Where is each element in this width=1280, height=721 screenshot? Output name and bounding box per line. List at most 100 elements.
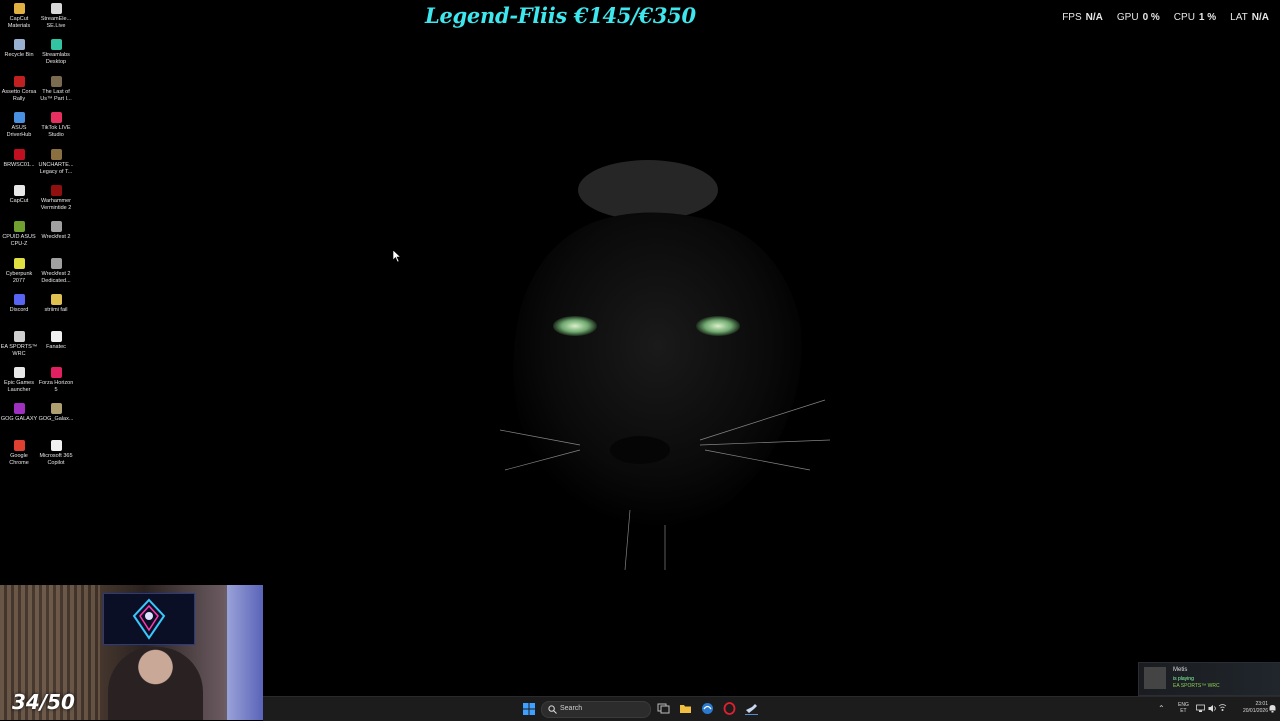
friend-notification[interactable]: Metis is playing EA SPORTS™ WRC bbox=[1138, 662, 1280, 696]
streamlabs-icon bbox=[50, 39, 62, 51]
panther-wallpaper bbox=[499, 160, 831, 571]
desktop-icon-last-of-us[interactable]: The Last of Us™ Part I... bbox=[37, 75, 75, 103]
volume-icon[interactable] bbox=[1208, 704, 1217, 713]
desktop-icon-cyberpunk[interactable]: Cyberpunk 2077 bbox=[0, 257, 38, 285]
clock[interactable]: 23:01 20/01/2026 bbox=[1228, 701, 1268, 715]
fps-stat: FPS N/A bbox=[1062, 12, 1103, 23]
gog-galaxy-2-icon bbox=[50, 403, 62, 415]
show-hidden-icons-chevron-icon[interactable]: ⌃ bbox=[1158, 704, 1165, 713]
neon-logo-sign bbox=[103, 593, 195, 645]
network-icon[interactable] bbox=[1196, 704, 1205, 713]
opera-icon bbox=[13, 148, 25, 160]
desktop-icon-forza[interactable]: Forza Horizon 5 bbox=[37, 367, 75, 394]
recycle-bin-icon bbox=[13, 39, 25, 51]
epic-games-icon bbox=[13, 367, 25, 378]
taskbar: Search ⌃ ENG ET 23:01 20/01/2026 bbox=[263, 696, 1280, 721]
desktop-icon-label: Wreckfest 2 bbox=[41, 234, 71, 241]
windows-start-icon[interactable] bbox=[523, 703, 535, 715]
desktop-icon-fanatec[interactable]: Fanatec bbox=[37, 330, 75, 351]
avatar bbox=[1144, 667, 1166, 689]
desktop-icon-epic-games[interactable]: Epic Games Launcher bbox=[0, 367, 38, 394]
desktop-icon-gog-galaxy[interactable]: GOG GALAXY bbox=[0, 403, 38, 423]
desktop-icon-uncharted[interactable]: UNCHARTE... Legacy of T... bbox=[37, 148, 75, 176]
streamelements-icon bbox=[50, 3, 62, 14]
desktop-icon-streamelements[interactable]: StreamEle... SE.Live bbox=[37, 3, 75, 30]
forza-icon bbox=[50, 367, 62, 378]
fanatec-icon bbox=[50, 330, 62, 342]
clock-time: 23:01 bbox=[1255, 701, 1268, 707]
mouse-cursor-icon bbox=[393, 250, 401, 262]
desktop-icon-discord[interactable]: Discord bbox=[0, 294, 38, 314]
wreckfest-server-icon bbox=[50, 257, 62, 269]
desktop-icon-cpuz[interactable]: CPUID ASUS CPU-Z bbox=[0, 221, 38, 248]
folder-icon bbox=[13, 3, 25, 14]
cpu-stat: CPU 1 % bbox=[1173, 12, 1217, 23]
desktop-icon-label: GOG_Galax... bbox=[38, 416, 74, 423]
language-indicator[interactable]: ENG ET bbox=[1178, 702, 1189, 714]
friend-name: Metis bbox=[1173, 667, 1188, 673]
desktop-icon-label: CPUID ASUS CPU-Z bbox=[2, 234, 36, 248]
desktop-icon-assetto-corsa[interactable]: Assetto Corsa Rally bbox=[0, 75, 38, 103]
desktop-icon-label: Wreckfest 2 Dedicated... bbox=[41, 270, 71, 284]
desktop-icon-warhammer[interactable]: Warhammer Vermintide 2 bbox=[37, 185, 75, 212]
desktop-icon-label: Forza Horizon 5 bbox=[38, 380, 74, 393]
discord-icon bbox=[13, 294, 25, 306]
asus-driverhub-icon bbox=[13, 112, 25, 124]
cyberpunk-icon bbox=[13, 257, 25, 269]
desktop-icon-folder[interactable]: CapCut Materials bbox=[0, 3, 38, 30]
tiktok-icon bbox=[50, 112, 62, 124]
desktop-icon-capcut[interactable]: CapCut bbox=[0, 185, 38, 205]
cpuz-icon bbox=[13, 221, 25, 233]
webcam-feed: 34/50 bbox=[0, 585, 263, 720]
wreckfest-icon bbox=[50, 221, 62, 233]
browser-icon[interactable] bbox=[701, 702, 714, 715]
desktop-icon-tiktok[interactable]: TikTok LIVE Studio bbox=[37, 112, 75, 139]
desktop-icon-label: Warhammer Vermintide 2 bbox=[40, 198, 72, 211]
chrome-icon bbox=[13, 439, 25, 451]
desktop-icon-label: StreamEle... SE.Live bbox=[40, 16, 72, 29]
desktop-icon-ea-wrc[interactable]: EA SPORTS™ WRC bbox=[0, 330, 38, 358]
desktop-icon-label: Recycle Bin bbox=[4, 52, 34, 59]
desktop-icon-wreckfest[interactable]: Wreckfest 2 bbox=[37, 221, 75, 241]
taskbar-search[interactable]: Search bbox=[541, 701, 651, 718]
desktop-icon-label: Microsoft 365 Copilot bbox=[39, 452, 73, 466]
gpu-stat: GPU 0 % bbox=[1116, 12, 1160, 23]
goal-counter: 34/50 bbox=[12, 690, 75, 714]
file-explorer-icon[interactable] bbox=[679, 702, 692, 715]
warhammer-icon bbox=[50, 185, 62, 196]
desktop-icon-label: The Last of Us™ Part I... bbox=[40, 88, 72, 102]
opera-icon[interactable] bbox=[723, 702, 736, 715]
desktop-icon-label: Google Chrome bbox=[9, 452, 29, 466]
desktop-icon-chrome[interactable]: Google Chrome bbox=[0, 439, 38, 467]
clock-date: 20/01/2026 bbox=[1242, 708, 1268, 714]
task-view-icon[interactable] bbox=[657, 702, 670, 715]
document-icon bbox=[50, 439, 62, 451]
folder-icon bbox=[50, 294, 62, 306]
desktop-icon-label: Cyberpunk 2077 bbox=[5, 270, 33, 284]
steam-icon[interactable] bbox=[745, 702, 758, 715]
desktop-icon-label: Streamlabs Desktop bbox=[42, 52, 70, 66]
search-icon bbox=[548, 705, 557, 714]
search-placeholder: Search bbox=[560, 705, 583, 712]
desktop-icon-asus-driverhub[interactable]: ASUS DriverHub bbox=[0, 112, 38, 139]
desktop-icon-folder[interactable]: striimi fail bbox=[37, 294, 75, 314]
desktop-icon-recycle-bin[interactable]: Recycle Bin bbox=[0, 39, 38, 59]
uncharted-icon bbox=[50, 148, 62, 160]
notification-bell-icon[interactable] bbox=[1268, 704, 1277, 713]
gog-galaxy-icon bbox=[13, 403, 25, 415]
desktop-icon-wreckfest-server[interactable]: Wreckfest 2 Dedicated... bbox=[37, 257, 75, 285]
performance-overlay: FPS N/A GPU 0 % CPU 1 % LAT N/A bbox=[1062, 12, 1269, 23]
desktop-icon-label: ASUS DriverHub bbox=[6, 125, 32, 139]
neon-emblem-icon bbox=[132, 598, 166, 640]
friend-status: is playing bbox=[1173, 676, 1194, 682]
desktop-icons: CapCut Materials StreamEle... SE.Live Recy… bbox=[0, 0, 76, 585]
capcut-icon bbox=[13, 185, 25, 196]
desktop-icon-streamlabs[interactable]: Streamlabs Desktop bbox=[37, 39, 75, 66]
desktop-icon-document[interactable]: Microsoft 365 Copilot bbox=[37, 439, 75, 467]
desktop-icon-label: CapCut Materials bbox=[7, 16, 31, 29]
desktop-icon-opera[interactable]: BRWSC01... bbox=[0, 148, 38, 169]
desktop-icon-label: TikTok LIVE Studio bbox=[41, 125, 71, 139]
desktop-icon-gog-galaxy-2[interactable]: GOG_Galax... bbox=[37, 403, 75, 423]
ea-wrc-icon bbox=[13, 330, 25, 342]
speaker-icon[interactable] bbox=[1218, 704, 1227, 713]
